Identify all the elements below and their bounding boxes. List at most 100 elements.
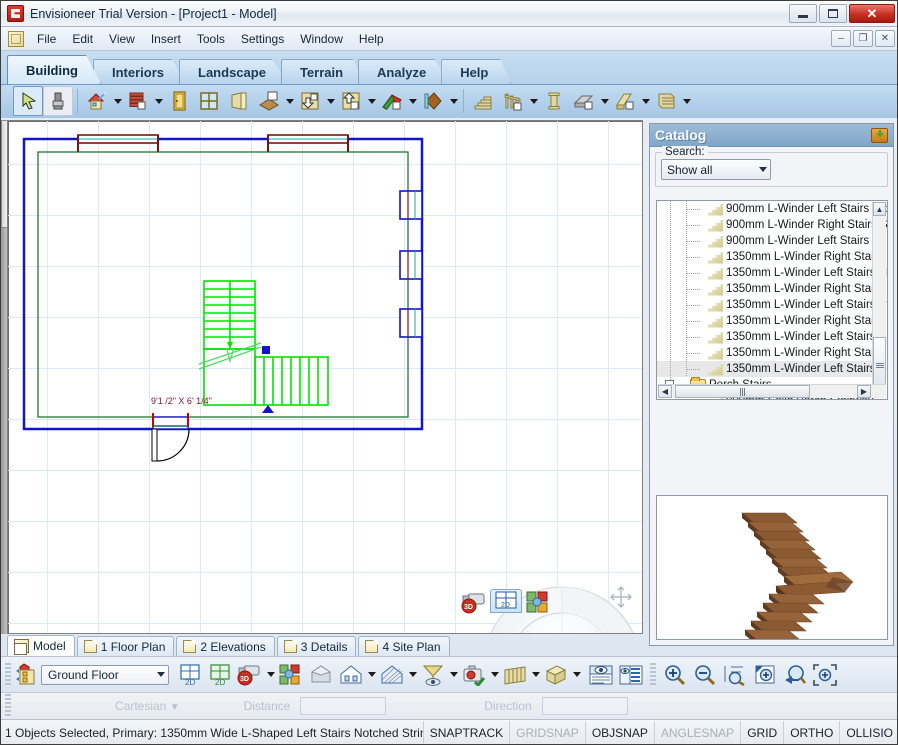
import-chest-icon[interactable]	[871, 127, 888, 143]
catalog-tree-vscrollbar[interactable]: ▲ ▼	[872, 202, 886, 398]
zoom-in-button[interactable]	[660, 660, 690, 690]
ceiling-dropdown-icon[interactable]	[448, 86, 459, 116]
menu-item-view[interactable]: View	[101, 29, 143, 49]
wall-tool[interactable]	[123, 86, 153, 116]
fence-render-button[interactable]	[500, 660, 530, 690]
catalog-tree-item[interactable]: 900mm L-Winder Left Stairs Side	[657, 201, 887, 217]
menu-item-insert[interactable]: Insert	[143, 29, 189, 49]
mdi-restore-button[interactable]: ❐	[853, 30, 873, 47]
roof-tool[interactable]	[377, 86, 407, 116]
paintbrush-tool[interactable]	[43, 86, 73, 116]
toolbar-grip-2[interactable]	[650, 662, 656, 687]
tab-help[interactable]: Help	[441, 59, 512, 84]
catalog-tree-item[interactable]: 1350mm L-Winder Right Stairs S	[657, 313, 887, 329]
navigation-wheel[interactable]: 2D 3D	[461, 573, 642, 633]
scroll-up-icon[interactable]: ▲	[873, 202, 886, 216]
view-tab-details[interactable]: 3 Details	[276, 636, 357, 656]
view-tab-model[interactable]: Model	[7, 635, 75, 656]
select-arrow-tool[interactable]	[13, 86, 43, 116]
building-wizard-tool[interactable]	[82, 86, 112, 116]
floor-select[interactable]: Ground Floor	[41, 664, 169, 685]
status-collision[interactable]: OLLISIO	[839, 720, 897, 744]
2d-view-icon[interactable]: 2D	[490, 589, 522, 613]
mdi-minimize-button[interactable]: –	[831, 30, 851, 47]
menu-item-edit[interactable]: Edit	[64, 29, 101, 49]
coord-mode-label[interactable]: Cartesian ▼	[115, 699, 180, 713]
hscroll-thumb[interactable]	[675, 385, 810, 398]
menu-item-settings[interactable]: Settings	[233, 29, 292, 49]
direction-input[interactable]	[541, 697, 628, 715]
railing-dropdown-icon[interactable]	[528, 86, 539, 116]
lower-level-dropdown-icon[interactable]	[325, 86, 336, 116]
catalog-tree-item[interactable]: 1350mm L-Winder Left Stairs So	[657, 361, 887, 377]
display-options-button[interactable]	[616, 660, 646, 690]
status-gridsnap[interactable]: GRIDSNAP	[509, 720, 585, 744]
zoom-out-button[interactable]	[690, 660, 720, 690]
3d-camera-view-button[interactable]: 3D	[235, 660, 265, 690]
status-ortho[interactable]: ORTHO	[783, 720, 839, 744]
toolbar-grip[interactable]	[5, 662, 11, 687]
light-dropdown-icon[interactable]	[448, 660, 459, 690]
maximize-button[interactable]	[819, 4, 847, 23]
door-tool[interactable]	[164, 86, 194, 116]
view-tab-site-plan[interactable]: 4 Site Plan	[358, 636, 450, 656]
2d-color-view-button[interactable]: 2D	[205, 660, 235, 690]
layers-icon[interactable]	[526, 591, 552, 618]
building-levels-icon[interactable]	[15, 662, 41, 688]
upper-level-dropdown-icon[interactable]	[366, 86, 377, 116]
deck-tool[interactable]	[651, 86, 681, 116]
catalog-tree-hscrollbar[interactable]: ◀ ▶	[658, 384, 886, 398]
tab-analyze[interactable]: Analyze	[358, 59, 450, 84]
framing-dropdown-icon[interactable]	[640, 86, 651, 116]
tab-interiors[interactable]: Interiors	[93, 59, 188, 84]
column-tool[interactable]	[539, 86, 569, 116]
scroll-left-icon[interactable]: ◀	[658, 385, 672, 398]
distance-input[interactable]	[300, 697, 387, 715]
camera-dropdown-icon[interactable]	[489, 660, 500, 690]
catalog-tree-item[interactable]: 900mm L-Winder Right Stairs So	[657, 217, 887, 233]
view-tab-floor-plan[interactable]: 1 Floor Plan	[76, 636, 175, 656]
catalog-tree-item[interactable]: 1350mm L-Winder Left Stairs No	[657, 265, 887, 281]
mdi-close-button[interactable]: ✕	[875, 30, 895, 47]
beam-tool[interactable]	[569, 86, 599, 116]
light-render-button[interactable]	[418, 660, 448, 690]
catalog-tree-item[interactable]: 900mm L-Winder Left Stairs Soli	[657, 233, 887, 249]
tab-terrain[interactable]: Terrain	[280, 59, 367, 84]
move-crosshair-icon[interactable]	[609, 585, 633, 612]
show-hide-button[interactable]	[586, 660, 616, 690]
deck-dropdown-icon[interactable]	[681, 86, 692, 116]
elevation-dropdown-icon[interactable]	[366, 660, 377, 690]
status-snaptrack[interactable]: SNAPTRACK	[422, 720, 509, 744]
upper-level-tool[interactable]	[336, 86, 366, 116]
solid-model-button[interactable]	[306, 660, 336, 690]
roof-dropdown-icon[interactable]	[407, 86, 418, 116]
building-wizard-dropdown-icon[interactable]	[112, 86, 123, 116]
framing-tool[interactable]	[610, 86, 640, 116]
catalog-filter-select[interactable]: Show all	[661, 159, 771, 180]
catalog-tree-item[interactable]: 1350mm L-Winder Right Stairs S	[657, 345, 887, 361]
catalog-tree-item[interactable]: 1350mm L-Winder Right Stairs S	[657, 281, 887, 297]
menu-item-file[interactable]: File	[29, 29, 64, 49]
railing-tool[interactable]	[498, 86, 528, 116]
status-grid[interactable]: GRID	[740, 720, 783, 744]
catalog-tree-item[interactable]: 1350mm L-Winder Right Stairs N	[657, 249, 887, 265]
status-objsnap[interactable]: OBJSNAP	[584, 720, 654, 744]
floor-slab-dropdown-icon[interactable]	[284, 86, 295, 116]
fence-dropdown-icon[interactable]	[530, 660, 541, 690]
catalog-tree-item[interactable]: 1350mm L-Winder Left Stairs Sid	[657, 329, 887, 345]
menu-item-help[interactable]: Help	[351, 29, 392, 49]
floor-slab-tool[interactable]	[254, 86, 284, 116]
menu-item-window[interactable]: Window	[292, 29, 351, 49]
scroll-right-icon[interactable]: ▶	[857, 385, 871, 398]
zoom-previous-button[interactable]	[780, 660, 810, 690]
select-mode-button[interactable]	[276, 660, 306, 690]
3d-view-dropdown-icon[interactable]	[265, 660, 276, 690]
elevation-view-button[interactable]	[336, 660, 366, 690]
view-tab-elevations[interactable]: 2 Elevations	[176, 636, 275, 656]
stairs-tool[interactable]	[468, 86, 498, 116]
close-button[interactable]: ✕	[849, 4, 895, 23]
tab-landscape[interactable]: Landscape	[179, 59, 289, 84]
zoom-selection-button[interactable]	[750, 660, 780, 690]
3d-camera-icon[interactable]: 3D	[460, 589, 490, 618]
catalog-tree-item[interactable]: 1350mm L-Winder Left Stairs Str	[657, 297, 887, 313]
